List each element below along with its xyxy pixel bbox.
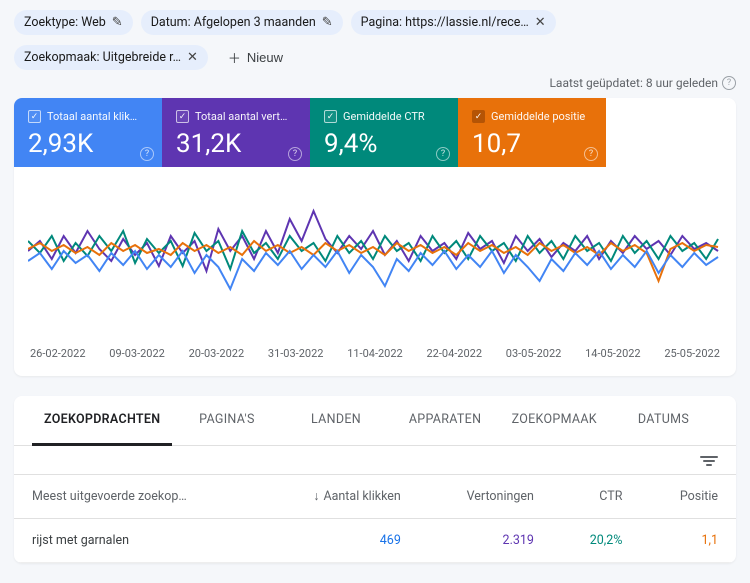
x-tick: 25-05-2022 bbox=[664, 347, 720, 360]
col-clicks[interactable]: ↓Aantal klikken bbox=[260, 475, 419, 519]
filter-icon[interactable] bbox=[700, 456, 718, 466]
checkbox-icon[interactable]: ✓ bbox=[324, 110, 337, 123]
col-query[interactable]: Meest uitgevoerde zoekop… bbox=[14, 475, 260, 519]
performance-card: ✓ Totaal aantal klik… 2,93K ? ✓ Totaal a… bbox=[14, 98, 736, 376]
tab-queries[interactable]: ZOEKOPDRACHTEN bbox=[32, 396, 172, 446]
sort-arrow-down-icon: ↓ bbox=[313, 489, 319, 504]
filter-chip-date[interactable]: Datum: Afgelopen 3 maanden ✎ bbox=[141, 10, 343, 35]
add-filter-button[interactable]: ＋ Nieuw bbox=[216, 43, 295, 72]
col-impressions[interactable]: Vertoningen bbox=[419, 475, 552, 519]
x-tick: 09-03-2022 bbox=[109, 347, 165, 360]
tab-devices[interactable]: APPARATEN bbox=[391, 396, 500, 445]
tab-dates[interactable]: DATUMS bbox=[609, 396, 718, 445]
checkbox-icon[interactable]: ✓ bbox=[28, 110, 41, 123]
metric-value: 9,4% bbox=[324, 129, 444, 159]
x-tick: 14-05-2022 bbox=[585, 347, 641, 360]
x-tick: 03-05-2022 bbox=[506, 347, 562, 360]
x-tick: 22-04-2022 bbox=[426, 347, 482, 360]
data-table: Meest uitgevoerde zoekop… ↓Aantal klikke… bbox=[14, 474, 736, 563]
checkbox-icon[interactable]: ✓ bbox=[176, 110, 189, 123]
tab-appearance[interactable]: ZOEKOPMAAK bbox=[500, 396, 609, 445]
chip-label: Pagina: https://lassie.nl/rece… bbox=[361, 15, 529, 30]
metric-tile-position[interactable]: ✓ Gemiddelde positie 10,7 ? bbox=[458, 98, 606, 167]
series-position bbox=[28, 241, 718, 281]
x-tick: 11-04-2022 bbox=[347, 347, 403, 360]
metric-label: Totaal aantal vert… bbox=[195, 110, 287, 123]
status-line: Laatst geüpdatet: 8 uur geleden ? bbox=[0, 76, 750, 98]
close-icon[interactable]: ✕ bbox=[187, 50, 198, 65]
filter-chip-appearance[interactable]: Zoekopmaak: Uitgebreide r… ✕ bbox=[14, 45, 208, 70]
filter-chip-page[interactable]: Pagina: https://lassie.nl/rece… ✕ bbox=[351, 10, 556, 35]
x-tick: 20-03-2022 bbox=[189, 347, 245, 360]
metric-tile-ctr[interactable]: ✓ Gemiddelde CTR 9,4% ? bbox=[310, 98, 458, 167]
filter-chip-searchtype[interactable]: Zoektype: Web ✎ bbox=[14, 10, 133, 35]
series-clicks bbox=[28, 251, 718, 289]
metric-label: Gemiddelde CTR bbox=[343, 110, 425, 123]
metric-value: 31,2K bbox=[176, 129, 296, 159]
help-icon[interactable]: ? bbox=[288, 147, 302, 161]
chip-label: Datum: Afgelopen 3 maanden bbox=[151, 15, 316, 30]
tab-pages[interactable]: PAGINA'S bbox=[172, 396, 281, 445]
metric-label: Gemiddelde positie bbox=[491, 110, 585, 123]
help-icon[interactable]: ? bbox=[584, 147, 598, 161]
table-tabs: ZOEKOPDRACHTEN PAGINA'S LANDEN APPARATEN… bbox=[14, 396, 736, 446]
add-filter-label: Nieuw bbox=[247, 50, 283, 65]
chip-label: Zoekopmaak: Uitgebreide r… bbox=[24, 50, 181, 65]
metric-tiles: ✓ Totaal aantal klik… 2,93K ? ✓ Totaal a… bbox=[14, 98, 736, 167]
x-tick: 26-02-2022 bbox=[30, 347, 86, 360]
help-icon[interactable]: ? bbox=[140, 147, 154, 161]
filters-bar: Zoektype: Web ✎ Datum: Afgelopen 3 maand… bbox=[0, 0, 750, 76]
col-position[interactable]: Positie bbox=[640, 475, 736, 519]
pencil-icon: ✎ bbox=[322, 15, 333, 30]
help-icon[interactable]: ? bbox=[722, 76, 736, 90]
pencil-icon: ✎ bbox=[112, 15, 123, 30]
col-ctr[interactable]: CTR bbox=[552, 475, 640, 519]
help-icon[interactable]: ? bbox=[436, 147, 450, 161]
metric-label: Totaal aantal klik… bbox=[47, 110, 137, 123]
metric-value: 2,93K bbox=[28, 129, 148, 159]
chip-label: Zoektype: Web bbox=[24, 15, 106, 30]
x-axis: 26-02-2022 09-03-2022 20-03-2022 31-03-2… bbox=[28, 341, 722, 372]
chart-area: 26-02-2022 09-03-2022 20-03-2022 31-03-2… bbox=[14, 167, 736, 376]
metric-tile-clicks[interactable]: ✓ Totaal aantal klik… 2,93K ? bbox=[14, 98, 162, 167]
x-tick: 31-03-2022 bbox=[268, 347, 324, 360]
last-updated-label: Laatst geüpdatet: 8 uur geleden bbox=[549, 76, 718, 90]
metric-tile-impressions[interactable]: ✓ Totaal aantal vert… 31,2K ? bbox=[162, 98, 310, 167]
metric-value: 10,7 bbox=[472, 129, 592, 159]
plus-icon: ＋ bbox=[228, 48, 241, 67]
line-chart bbox=[28, 181, 722, 341]
table-card: ZOEKOPDRACHTEN PAGINA'S LANDEN APPARATEN… bbox=[14, 396, 736, 563]
close-icon[interactable]: ✕ bbox=[535, 15, 546, 30]
series-impressions bbox=[28, 211, 718, 271]
checkbox-icon[interactable]: ✓ bbox=[472, 110, 485, 123]
tab-countries[interactable]: LANDEN bbox=[281, 396, 390, 445]
